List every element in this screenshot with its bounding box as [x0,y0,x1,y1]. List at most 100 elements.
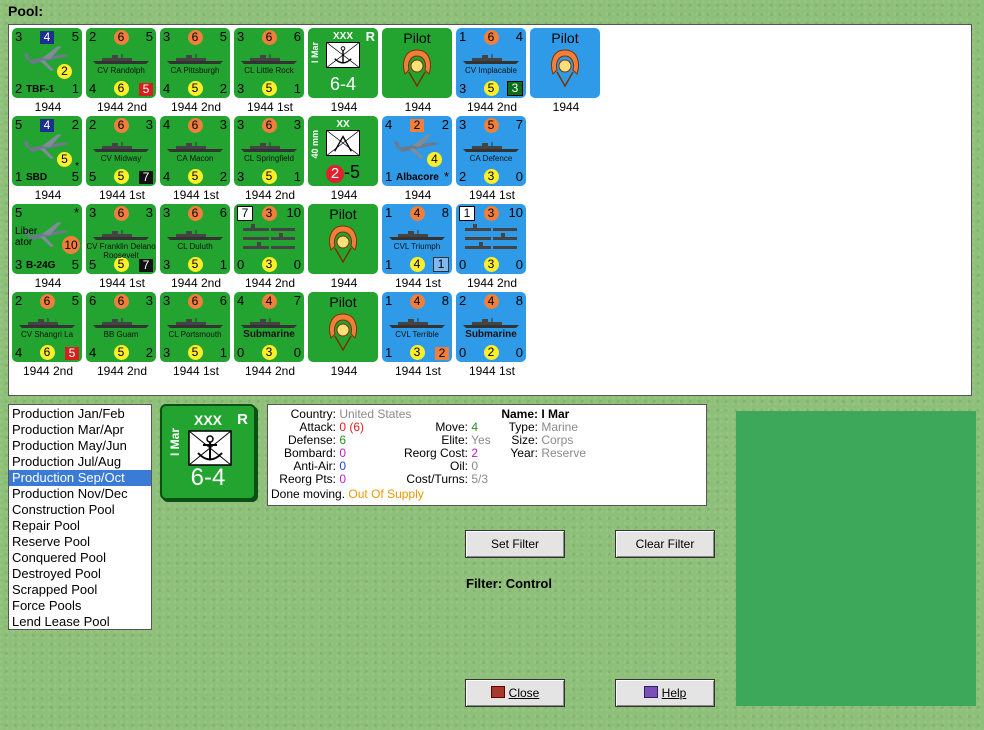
counter-cell[interactable]: 6 6 3 4 5 2 BB Guam 1944 2nd [86,292,158,380]
unit-counter[interactable]: 3 5 7 2 3 0 CA Defence [456,116,526,186]
pool-list-item[interactable]: Destroyed Pool [9,566,151,582]
unit-counter[interactable]: 3 6 6 3 5 1 CL Little Rock [234,28,304,98]
counter-value-box: 7 [139,171,153,184]
counter-bottom-right-value: 1 [219,257,227,272]
pool-list-item[interactable]: Lend Lease Pool [9,614,151,630]
unit-name: CV Randolph [97,66,145,75]
counter-value-circle: 5 [483,81,499,96]
counter-cell[interactable]: 4 2 2 1 * Albacore 4 1944 [382,116,454,204]
counter-value-circle: 4 [261,294,277,309]
pool-list-item[interactable]: Production Jul/Aug [9,454,151,470]
unit-counter[interactable]: 3 6 3 3 5 1 CL Springfield [234,116,304,186]
counter-cell[interactable]: 5 * 3 5 Liber ator B-24G 10 1944 [12,204,84,292]
counter-bottom-right-value: 1 [433,257,449,272]
unit-counter[interactable]: 4 6 3 4 5 2 CA Macon [160,116,230,186]
unit-name: CVL Terrible [395,330,439,339]
filter-status: Filter: Control [466,576,552,591]
unit-counter[interactable]: 3 6 5 4 5 2 CA Pittsburgh [160,28,230,98]
pool-list-item[interactable]: Scrapped Pool [9,582,151,598]
pool-list-item[interactable]: Production Jan/Feb [9,406,151,422]
counter-cell[interactable]: 3 6 5 4 5 2 CA Pittsburgh 1944 2nd [160,28,232,116]
counter-cell[interactable]: Pilot 1944 [308,204,380,292]
counter-cell[interactable]: 7 3 10 0 3 0 1944 2nd [234,204,306,292]
pool-list-item[interactable]: Production Nov/Dec [9,486,151,502]
counter-cell[interactable]: 1 4 8 1 4 1 CVL Triumph 1944 1st [382,204,454,292]
unit-counter[interactable]: 5 4 2 1 5 SBD 5 * [12,116,82,186]
defense-value: 6 [339,433,347,447]
counter-cell[interactable]: 2 4 8 0 2 0 Submarine 1944 1st [456,292,528,380]
oil-value: 0 [471,459,479,473]
counter-year-label: 1944 1st [172,188,220,202]
clear-filter-button[interactable]: Clear Filter [615,530,715,558]
unit-counter[interactable]: 1 6 4 3 5 3 CV Implacable [456,28,526,98]
unit-counter[interactable]: XX 40 mm 2 -5 [308,116,378,186]
unit-counter[interactable]: 3 6 6 3 5 1 CL Portsmouth [160,292,230,362]
counter-year-label: 1944 [404,188,432,202]
unit-counter[interactable]: Pilot [308,292,378,362]
counter-cell[interactable]: XX 40 mm 2 -5 1944 [308,116,380,204]
pool-list-item[interactable]: Repair Pool [9,518,151,534]
counter-cell[interactable]: 3 6 6 3 5 1 CL Portsmouth 1944 1st [160,292,232,380]
counter-top-right-value: 5 [71,29,79,44]
counter-cell[interactable]: 3 4 5 2 1 TBF-1 2 1944 [12,28,84,116]
unit-counter[interactable]: 4 4 7 0 3 0 Submarine [234,292,304,362]
unit-counter[interactable]: 2 6 5 4 6 5 CV Shangri La [12,292,82,362]
pool-list-item[interactable]: Construction Pool [9,502,151,518]
counter-cell[interactable]: 2 6 3 5 5 7 CV Midway 1944 1st [86,116,158,204]
unit-counter[interactable]: 3 6 3 5 5 7 CV Franklin Delano Roosevelt [86,204,156,274]
unit-counter[interactable]: 2 4 8 0 2 0 Submarine [456,292,526,362]
pool-list-item[interactable]: Production Mar/Apr [9,422,151,438]
unit-counter[interactable]: 1 4 8 1 4 1 CVL Triumph [382,204,452,274]
unit-counter[interactable]: 2 6 3 5 5 7 CV Midway [86,116,156,186]
counter-cell[interactable]: Pilot 1944 [530,28,602,116]
counter-cell[interactable]: 3 6 3 5 5 7 CV Franklin Delano Roosevelt 1944 1… [86,204,158,292]
set-filter-button[interactable]: Set Filter [465,530,565,558]
counter-cell[interactable]: XXX R I Mar 6-4 1944 [308,28,380,116]
unit-counter[interactable]: 5 * 3 5 Liber ator B-24G 10 [12,204,82,274]
unit-counter[interactable]: 6 6 3 4 5 2 BB Guam [86,292,156,362]
counter-year-label: 1944 [330,364,358,378]
counter-cell[interactable]: 2 6 5 4 6 5 CV Shangri La 1944 2nd [12,292,84,380]
unit-counter[interactable]: 1 4 8 1 3 2 CVL Terrible [382,292,452,362]
unit-counter[interactable]: 3 6 6 3 5 1 CL Duluth [160,204,230,274]
counter-year-label: 1944 2nd [96,364,148,378]
counter-cell[interactable]: 1 3 10 0 3 0 1944 2nd [456,204,528,292]
unit-counter[interactable]: Pilot [308,204,378,274]
counter-cell[interactable]: 1 4 8 1 3 2 CVL Terrible 1944 1st [382,292,454,380]
unit-counter[interactable]: Pilot [382,28,452,98]
counter-cell[interactable]: 3 5 7 2 3 0 CA Defence 1944 1st [456,116,528,204]
pool-list-item[interactable]: Force Pools [9,598,151,614]
unit-counter[interactable]: Pilot [530,28,600,98]
close-button[interactable]: Close [465,679,565,707]
reorg-pts-value: 0 [339,472,347,486]
ship-silhouette-icon [92,52,150,64]
unit-counter[interactable]: 4 2 2 1 * Albacore 4 [382,116,452,186]
help-button[interactable]: Help [615,679,715,707]
counter-cell[interactable]: Pilot 1944 [382,28,454,116]
unit-counter[interactable]: 1 3 10 0 3 0 [456,204,526,274]
counter-cell[interactable]: 4 4 7 0 3 0 Submarine 1944 2nd [234,292,306,380]
counter-top-right-value: 6 [293,29,301,44]
unit-counter[interactable]: 7 3 10 0 3 0 [234,204,304,274]
unit-counter[interactable]: 3 4 5 2 1 TBF-1 2 [12,28,82,98]
counter-cell[interactable]: 2 6 5 4 6 5 CV Randolph 1944 2nd [86,28,158,116]
counter-cell[interactable]: Pilot 1944 [308,292,380,380]
pilot-icon [323,312,363,355]
pool-list-item[interactable]: Reserve Pool [9,534,151,550]
pool-list-item[interactable]: Conquered Pool [9,550,151,566]
counter-cell[interactable]: 3 6 6 3 5 1 CL Duluth 1944 2nd [160,204,232,292]
counter-cell[interactable]: 4 6 3 4 5 2 CA Macon 1944 1st [160,116,232,204]
pool-list-item[interactable]: Production May/Jun [9,438,151,454]
pool-list[interactable]: Production Jan/Feb Production Mar/Apr Prod… [8,404,152,630]
counter-bottom-right-value: 0 [293,257,301,272]
marine-anchor-icon [326,42,360,68]
unit-name: SBD [26,172,48,183]
counter-cell[interactable]: 5 4 2 1 5 SBD 5 * 1944 [12,116,84,204]
country-value: United States [339,407,412,421]
unit-counter[interactable]: 2 6 5 4 6 5 CV Randolph [86,28,156,98]
pool-list-item[interactable]: Production Sep/Oct [9,470,151,486]
counter-cell[interactable]: 1 6 4 3 5 3 CV Implacable 1944 2nd [456,28,528,116]
unit-counter[interactable]: XXX R I Mar 6-4 [308,28,378,98]
counter-cell[interactable]: 3 6 3 3 5 1 CL Springfield 1944 2nd [234,116,306,204]
counter-cell[interactable]: 3 6 6 3 5 1 CL Little Rock 1944 1st [234,28,306,116]
